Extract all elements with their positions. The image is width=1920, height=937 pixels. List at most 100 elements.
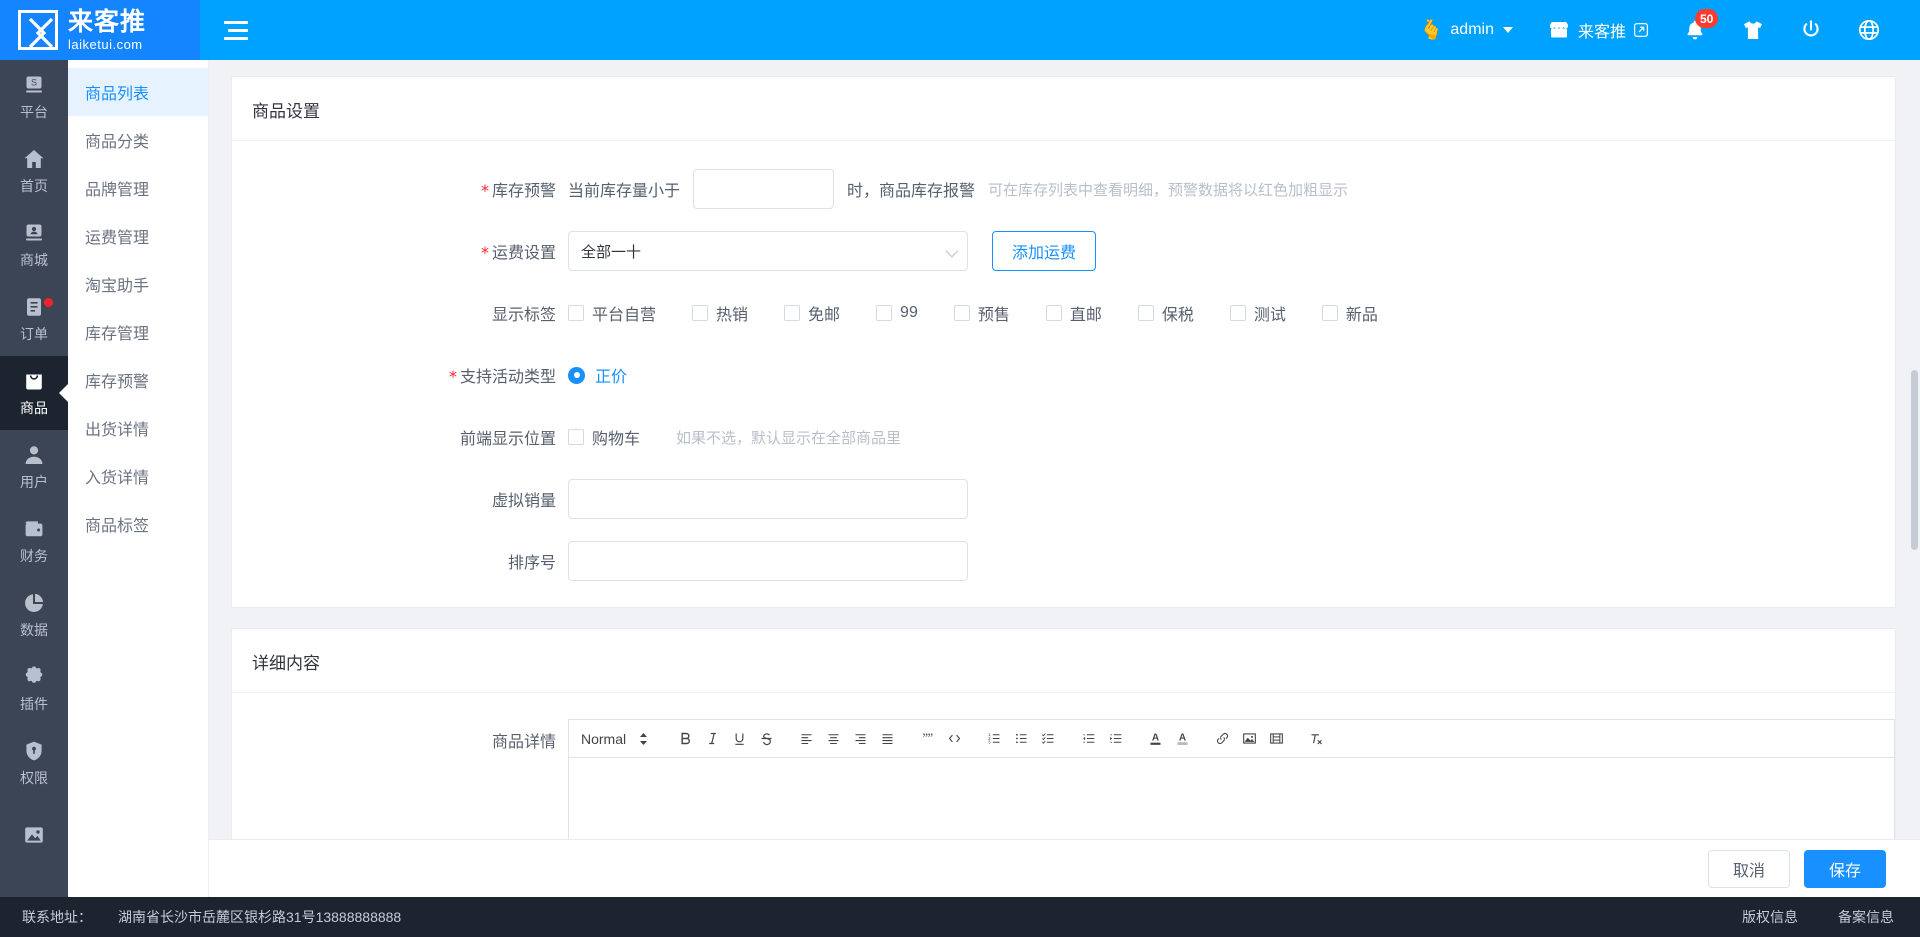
user-icon <box>25 445 43 464</box>
sidebar-item-finance[interactable]: 财务 <box>0 504 68 578</box>
checkbox-test[interactable]: 测试 <box>1229 301 1286 325</box>
theme-button[interactable] <box>1724 0 1782 60</box>
sidebar-item-label: 订单 <box>20 325 48 342</box>
store-icon <box>1549 22 1568 38</box>
checkbox-bonded[interactable]: 保税 <box>1137 301 1194 325</box>
language-button[interactable] <box>1840 0 1898 60</box>
user-menu[interactable]: 🫰 admin <box>1403 0 1530 60</box>
font-color-icon[interactable]: A <box>1142 726 1169 752</box>
shop-label: 来客推 <box>1577 24 1626 41</box>
svg-text:”: ” <box>928 731 934 745</box>
check-list-icon[interactable] <box>1035 726 1062 752</box>
product-settings-panel: 商品设置 * 库存预警 当前库存量小于 时，商品库存报警 可在库存列表中查看明细，… <box>231 76 1896 608</box>
detail-content-panel: 详细内容 商品详情 Normal ” ” 1 2 3 A A <box>231 628 1896 862</box>
logo-title: 来客推 <box>68 7 147 36</box>
sidebar-item-plugin[interactable]: 插件 <box>0 652 68 726</box>
logo-subtitle: laiketui.com <box>68 36 143 52</box>
sidebar-item-goods[interactable]: 商品 <box>0 356 68 430</box>
blockquote-icon[interactable]: ”” <box>914 726 941 752</box>
sidebar-item-brand-management[interactable]: 品牌管理 <box>68 164 208 212</box>
checkbox-new-product[interactable]: 新品 <box>1321 301 1378 325</box>
sidebar-item-permission[interactable]: 权限 <box>0 726 68 800</box>
clear-format-icon[interactable] <box>1303 726 1330 752</box>
sidebar-item-stock-warning[interactable]: 库存预警 <box>68 356 208 404</box>
outdent-icon[interactable] <box>1075 726 1102 752</box>
align-justify-icon[interactable] <box>874 726 901 752</box>
sidebar-item-stock-management[interactable]: 库存管理 <box>68 308 208 356</box>
sidebar-item-data[interactable]: 数据 <box>0 578 68 652</box>
submenu-label: 库存预警 <box>85 374 150 391</box>
checkbox-free-shipping[interactable]: 免邮 <box>784 301 840 325</box>
submenu-label: 淘宝助手 <box>85 278 150 295</box>
panel-title-detail-content: 详细内容 <box>232 629 1895 693</box>
menu-toggle-button[interactable] <box>224 13 258 47</box>
virtual-sales-input[interactable] <box>568 479 968 519</box>
strikethrough-icon[interactable] <box>753 726 780 752</box>
sidebar-item-product-category[interactable]: 商品分类 <box>68 116 208 164</box>
checkbox-99[interactable]: 99 <box>876 304 918 322</box>
sidebar-item-user[interactable]: 用户 <box>0 430 68 504</box>
ordered-list-icon[interactable]: 123 <box>981 726 1008 752</box>
sidebar-item-order[interactable]: 订单 <box>0 282 68 356</box>
sidebar-item-freight-management[interactable]: 运费管理 <box>68 212 208 260</box>
checkbox-platform-self[interactable]: 平台自营 <box>568 301 656 325</box>
sidebar-item-shipment-detail[interactable]: 出货详情 <box>68 404 208 452</box>
tshirt-icon <box>1744 21 1762 39</box>
checkbox-box <box>1321 305 1338 321</box>
goods-icon <box>26 374 42 389</box>
notifications-button[interactable]: 50 <box>1666 0 1724 60</box>
bullet-list-icon[interactable] <box>1008 726 1035 752</box>
logout-button[interactable] <box>1782 0 1840 60</box>
bold-icon[interactable] <box>672 726 699 752</box>
add-freight-button[interactable]: 添加运费 <box>992 231 1097 271</box>
svg-text:A: A <box>1152 733 1159 744</box>
italic-icon[interactable] <box>699 726 726 752</box>
sort-number-input[interactable] <box>568 541 968 581</box>
checkbox-shopping-cart[interactable]: 购物车 <box>568 425 640 449</box>
sidebar-item-home[interactable]: 首页 <box>0 134 68 208</box>
background-color-icon[interactable]: A <box>1169 726 1196 752</box>
checkbox-hot-sale[interactable]: 热销 <box>692 301 748 325</box>
sidebar-item-inbound-detail[interactable]: 入货详情 <box>68 452 208 500</box>
radio-regular-price[interactable]: 正价 <box>568 363 627 387</box>
sidebar-item-label: 财务 <box>20 547 48 564</box>
footer-link-icp[interactable]: 备案信息 <box>1838 907 1894 927</box>
submenu-label: 品牌管理 <box>85 182 150 199</box>
link-icon[interactable] <box>1209 726 1236 752</box>
platform-icon: S <box>26 76 42 92</box>
checkbox-box <box>876 305 893 321</box>
globe-icon <box>1858 19 1880 41</box>
align-center-icon[interactable] <box>820 726 847 752</box>
indent-icon[interactable] <box>1102 726 1129 752</box>
label-sort-number: 排序号 <box>507 555 556 572</box>
underline-icon[interactable] <box>726 726 753 752</box>
checkbox-label: 新品 <box>1345 307 1378 324</box>
checkbox-direct-mail[interactable]: 直邮 <box>1045 301 1102 325</box>
video-icon[interactable] <box>1263 726 1290 752</box>
checkbox-presale[interactable]: 预售 <box>953 301 1010 325</box>
hand-icon: 🫰 <box>1419 19 1444 41</box>
align-right-icon[interactable] <box>847 726 874 752</box>
sidebar-item-taobao-assistant[interactable]: 淘宝助手 <box>68 260 208 308</box>
sidebar-item-product-tag[interactable]: 商品标签 <box>68 500 208 548</box>
sidebar-item-platform[interactable]: S 平台 <box>0 60 68 134</box>
code-block-icon[interactable] <box>941 726 968 752</box>
sidebar-item-mall[interactable]: 商城 <box>0 208 68 282</box>
shop-link[interactable]: 来客推 <box>1530 0 1666 60</box>
stock-warning-input[interactable] <box>693 169 835 209</box>
checkbox-box <box>568 429 584 445</box>
svg-text:A: A <box>1179 733 1186 744</box>
sidebar-item-product-list[interactable]: 商品列表 <box>68 68 208 116</box>
sidebar-item-image[interactable] <box>0 800 68 874</box>
freight-select[interactable]: 全部一十 <box>568 231 968 271</box>
required-marker: * <box>448 367 457 386</box>
image-icon[interactable] <box>1236 726 1263 752</box>
align-left-icon[interactable] <box>793 726 820 752</box>
footer-link-copyright[interactable]: 版权信息 <box>1742 907 1798 927</box>
save-button[interactable]: 保存 <box>1803 849 1886 888</box>
format-picker[interactable]: Normal <box>577 731 659 747</box>
label-display-tags: 显示标签 <box>491 307 556 324</box>
cancel-button[interactable]: 取消 <box>1707 849 1790 888</box>
main-scrollbar[interactable] <box>1911 370 1918 550</box>
app-logo[interactable]: 来客推 laiketui.com <box>0 0 200 60</box>
